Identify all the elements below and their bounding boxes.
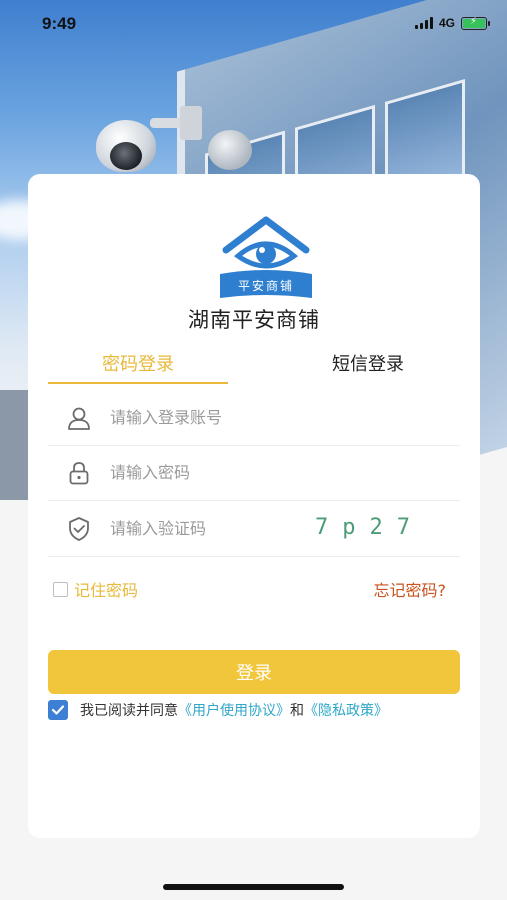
login-tabs: 密码登录 短信登录 [48,350,460,386]
captcha-image[interactable]: 7p27 [315,515,424,540]
lock-icon [64,458,94,488]
account-field [48,390,460,446]
forgot-password-link[interactable]: 忘记密码? [374,577,447,601]
brand-title: 湖南平安商铺 [188,308,320,332]
tab-password-login[interactable]: 密码登录 [48,350,228,376]
login-card: 平安商铺 湖南平安商铺 密码登录 短信登录 7p27 记住密码 忘记密码? 登录 [28,174,480,838]
logo: 平安商铺 [220,216,312,298]
signal-icon [414,17,433,29]
login-button[interactable]: 登录 [48,650,460,694]
user-agreement-link[interactable]: 《用户使用协议》 [178,700,290,720]
agreement-and: 和 [290,703,304,719]
privacy-policy-link[interactable]: 《隐私政策》 [304,700,388,720]
password-field [48,445,460,501]
tab-active-indicator [48,382,228,384]
verification-field: 7p27 [48,501,460,557]
checkbox-icon [53,581,68,597]
remember-password-label: 记住密码 [74,581,139,600]
logo-text: 平安商铺 [238,278,294,293]
check-icon [51,705,65,715]
status-time: 9:49 [42,14,77,33]
shield-check-icon [64,514,94,544]
agreement-checkbox[interactable] [48,700,68,720]
status-bar: 9:49 4G ⚡ [0,0,507,50]
network-type: 4G [438,16,455,30]
verification-code-input[interactable] [110,519,330,538]
account-input[interactable] [110,408,330,427]
password-input[interactable] [110,463,330,482]
security-camera-2 [208,130,252,170]
agreement-prefix: 我已阅读并同意 [80,703,178,719]
tab-sms-login[interactable]: 短信登录 [278,350,458,376]
remember-password-checkbox[interactable]: 记住密码 [53,577,138,601]
agreement-row: 我已阅读并同意 《用户使用协议》 和 《隐私政策》 [48,700,388,720]
battery-icon: ⚡ [461,16,490,30]
home-indicator [163,884,344,890]
user-icon [64,403,94,433]
